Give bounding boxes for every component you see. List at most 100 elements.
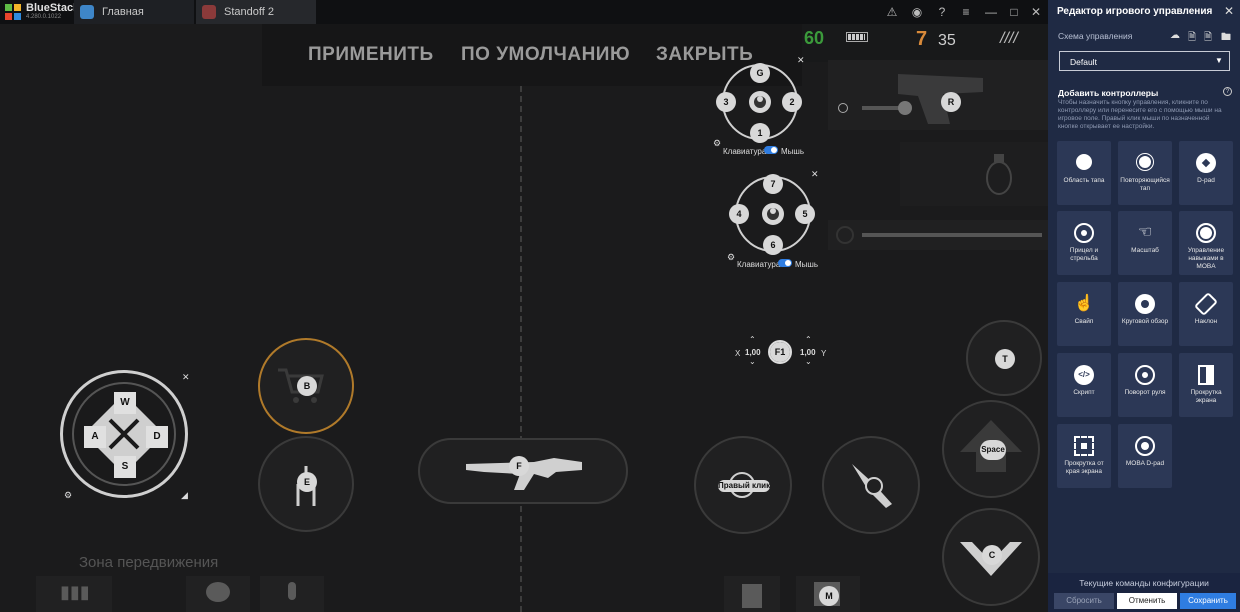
resize-icon[interactable]: ◢ <box>181 490 188 501</box>
chevron-down-icon[interactable]: ⌄ <box>805 357 812 366</box>
cancel-button[interactable]: Отменить <box>1117 593 1177 609</box>
controller-label: Прицел и стрельба <box>1069 247 1099 262</box>
weapon-key[interactable]: F <box>509 456 529 476</box>
dpad-icon <box>1196 153 1216 173</box>
scope-key[interactable]: Правый клик <box>718 480 770 492</box>
shoot2-key-up[interactable]: 7 <box>763 174 783 194</box>
controller-moba-dpad[interactable]: MOBA D-pad <box>1118 424 1172 488</box>
tab-key[interactable]: T <box>995 349 1015 369</box>
stats-button[interactable]: ▮▮▮ <box>36 576 112 612</box>
controller-tilt[interactable]: Наклон <box>1179 282 1233 346</box>
controller-label: Масштаб <box>1131 247 1159 254</box>
scheme-select[interactable]: Default ▼ <box>1059 51 1230 71</box>
maximize-icon[interactable]: □ <box>1006 4 1022 20</box>
voice-button[interactable] <box>260 576 324 612</box>
controller-free-look[interactable]: Круговой обзор <box>1118 282 1172 346</box>
gear-icon[interactable]: ⚙ <box>713 138 721 149</box>
reset-button[interactable]: Сбросить <box>1054 593 1114 609</box>
pistol-icon <box>898 74 983 124</box>
jump-key[interactable]: Space <box>980 440 1006 460</box>
close-icon[interactable]: ✕ <box>182 372 190 383</box>
cloud-icon[interactable]: ☁ <box>1170 30 1180 41</box>
dpad-key-down[interactable]: S <box>114 456 136 478</box>
default-button[interactable]: ПО УМОЛЧАНИЮ <box>461 44 630 66</box>
zoom-key[interactable]: F1 <box>770 342 790 362</box>
bell-icon[interactable]: ⚠ <box>884 4 900 20</box>
close-button[interactable]: ЗАКРЫТЬ <box>656 44 753 66</box>
controller-edge-scroll[interactable]: Прокрутка от края экрана <box>1057 424 1111 488</box>
aim-icon <box>1074 223 1094 243</box>
gear-icon[interactable]: ⚙ <box>727 252 735 263</box>
movement-zone-label: Зона передвижения <box>79 554 219 571</box>
game-area[interactable]: ПРИМЕНИТЬ ПО УМОЛЧАНИЮ ЗАКРЫТЬ 60 7 35 /… <box>0 24 1048 612</box>
shoot2-key-down[interactable]: 6 <box>763 235 783 255</box>
folder-icon[interactable]: 🖿 <box>1221 30 1231 47</box>
controller-swipe[interactable]: ☝ Свайп <box>1057 282 1111 346</box>
save-button[interactable]: Сохранить <box>1180 593 1236 609</box>
controller-dpad[interactable]: D-pad <box>1179 141 1233 205</box>
tab-home[interactable]: Главная <box>74 0 194 24</box>
close-icon[interactable]: ✕ <box>797 55 805 66</box>
controller-tap[interactable]: Область тапа <box>1057 141 1111 205</box>
shoot2-key-left[interactable]: 4 <box>729 204 749 224</box>
center-divider <box>520 86 522 612</box>
controller-repeat-tap[interactable]: Повторяющийся тап <box>1118 141 1172 205</box>
import-icon[interactable]: 🗎 <box>1188 30 1196 47</box>
slider2-handle-icon[interactable] <box>836 226 854 244</box>
chevron-up-icon[interactable]: ⌃ <box>749 335 756 344</box>
script-icon: </> <box>1074 365 1094 385</box>
controller-script[interactable]: </> Скрипт <box>1057 353 1111 417</box>
gear-icon[interactable]: ⚙ <box>64 490 72 501</box>
dpad-key-right[interactable]: D <box>146 426 168 448</box>
weapon-key-r[interactable]: R <box>941 92 961 112</box>
buy-key[interactable]: B <box>297 376 317 396</box>
shoot1-key-right[interactable]: 2 <box>782 92 802 112</box>
current-config-label: Текущие команды конфигурации <box>1079 578 1209 588</box>
window-close-icon[interactable]: ✕ <box>1028 4 1044 20</box>
apply-button[interactable]: ПРИМЕНИТЬ <box>308 44 434 66</box>
use-key[interactable]: E <box>297 472 317 492</box>
shoot1-key-up[interactable]: G <box>750 63 770 83</box>
panel-close-icon[interactable]: ✕ <box>1224 4 1234 18</box>
bullets-icon: //// <box>1000 30 1018 47</box>
chevron-up-icon[interactable]: ⌃ <box>805 335 812 344</box>
shoot1-key-left[interactable]: 3 <box>716 92 736 112</box>
scheme-label: Схема управления <box>1058 31 1133 41</box>
minimize-icon[interactable]: — <box>983 4 999 20</box>
slider-knob[interactable] <box>898 101 912 115</box>
menu-icon[interactable]: ≡ <box>958 4 974 20</box>
battery-icon <box>846 32 868 42</box>
inventory-button[interactable] <box>724 576 780 612</box>
shoot2-key-right[interactable]: 5 <box>795 204 815 224</box>
crouch-key[interactable]: C <box>982 545 1002 565</box>
controller-label: Скрипт <box>1073 389 1095 396</box>
tab-label: Главная <box>102 6 144 18</box>
controller-scroll[interactable]: Прокрутка экрана <box>1179 353 1233 417</box>
export-icon[interactable]: 🗎 <box>1204 30 1212 47</box>
close-icon[interactable]: ✕ <box>811 169 819 180</box>
dpad-key-up[interactable]: W <box>114 392 136 414</box>
chat-button[interactable] <box>186 576 250 612</box>
tab-standoff[interactable]: Standoff 2 <box>196 0 316 24</box>
toggle-right-label: Мышь <box>781 147 804 156</box>
keyboard-mouse-toggle[interactable] <box>778 259 792 267</box>
coin-icon[interactable]: ◉ <box>909 4 925 20</box>
dpad-key-left[interactable]: A <box>84 426 106 448</box>
zoom-x-value[interactable]: 1,00 <box>745 348 761 357</box>
keyboard-mouse-toggle[interactable] <box>764 146 778 154</box>
chat-icon <box>206 582 230 602</box>
controller-zoom[interactable]: ☜ Масштаб <box>1118 211 1172 275</box>
map-key[interactable]: M <box>819 586 839 606</box>
panel-title: Редактор игрового управления <box>1057 6 1213 17</box>
controller-aim[interactable]: Прицел и стрельба <box>1057 211 1111 275</box>
zoom-y-value[interactable]: 1,00 <box>800 348 816 357</box>
chevron-down-icon[interactable]: ⌄ <box>749 357 756 366</box>
help-icon[interactable]: ? <box>1223 87 1232 96</box>
eye-icon <box>749 91 771 113</box>
controller-label: Прокрутка экрана <box>1190 389 1222 404</box>
shoot1-key-down[interactable]: 1 <box>750 123 770 143</box>
controller-moba-skill[interactable]: Управление навыками в MOBA <box>1179 211 1233 275</box>
help-icon[interactable]: ? <box>934 4 950 20</box>
slider-handle-icon[interactable] <box>838 103 848 113</box>
controller-rotate[interactable]: Поворот руля <box>1118 353 1172 417</box>
